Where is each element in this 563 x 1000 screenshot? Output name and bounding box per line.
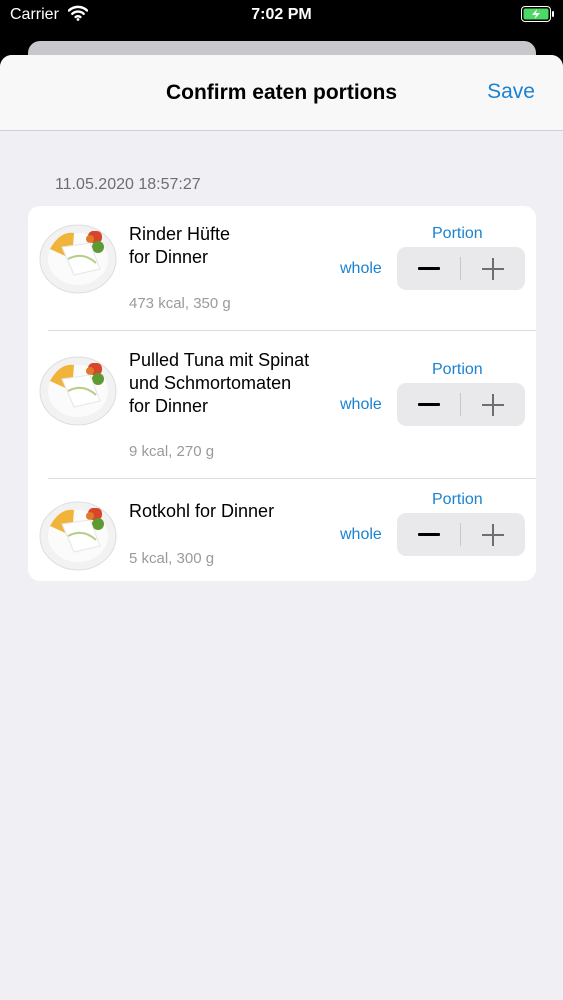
status-bar: Carrier 7:02 PM	[0, 0, 563, 30]
item-calories: 473 kcal, 350 g	[129, 295, 231, 312]
list-item: Rinder Hüfte for Dinner 473 kcal, 350 g …	[28, 206, 536, 331]
food-plate-image	[39, 501, 117, 571]
portion-stepper	[397, 247, 525, 290]
portion-label: Portion	[432, 491, 483, 508]
item-calories: 9 kcal, 270 g	[129, 443, 215, 460]
section-date-header: 11.05.2020 18:57:27	[55, 176, 201, 193]
navigation-bar: Confirm eaten portions Save	[0, 55, 563, 131]
item-title-line1: Rotkohl for Dinner	[129, 501, 275, 521]
item-title-line3: for Dinner	[129, 396, 209, 416]
portion-label: Portion	[432, 225, 483, 242]
page-title: Confirm eaten portions	[165, 81, 397, 104]
decrement-button[interactable]	[397, 383, 461, 426]
portions-list: Rinder Hüfte for Dinner 473 kcal, 350 g …	[28, 206, 536, 581]
decrement-button[interactable]	[397, 247, 461, 290]
minus-icon	[418, 266, 440, 270]
portion-amount: whole	[340, 260, 382, 277]
item-title-line1: Pulled Tuna mit Spinat	[129, 350, 310, 370]
clock: 7:02 PM	[251, 6, 312, 23]
minus-icon	[418, 532, 440, 536]
save-button[interactable]: Save	[487, 80, 535, 104]
plus-icon	[482, 523, 504, 546]
list-item: Rotkohl for Dinner 5 kcal, 300 g Portion…	[28, 479, 536, 581]
portion-amount: whole	[340, 396, 382, 413]
increment-button[interactable]	[461, 383, 525, 426]
food-plate-image	[39, 224, 117, 294]
increment-button[interactable]	[461, 513, 525, 556]
decrement-button[interactable]	[397, 513, 461, 556]
portion-amount: whole	[340, 526, 382, 543]
portion-label: Portion	[432, 361, 483, 378]
battery-charging-icon	[521, 6, 555, 22]
plus-icon	[482, 393, 504, 416]
portion-stepper	[397, 383, 525, 426]
list-item: Pulled Tuna mit Spinat und Schmortomaten…	[28, 331, 536, 478]
food-plate-image	[39, 356, 117, 426]
portion-stepper	[397, 513, 525, 556]
increment-button[interactable]	[461, 247, 525, 290]
plus-icon	[482, 257, 504, 280]
minus-icon	[418, 402, 440, 406]
item-title-line1: Rinder Hüfte	[129, 224, 231, 244]
modal-sheet: Confirm eaten portions Save 11.05.2020 1…	[0, 55, 563, 1000]
item-title-line2: und Schmortomaten	[129, 373, 292, 393]
item-title-line2: for Dinner	[129, 247, 209, 267]
item-calories: 5 kcal, 300 g	[129, 550, 215, 567]
